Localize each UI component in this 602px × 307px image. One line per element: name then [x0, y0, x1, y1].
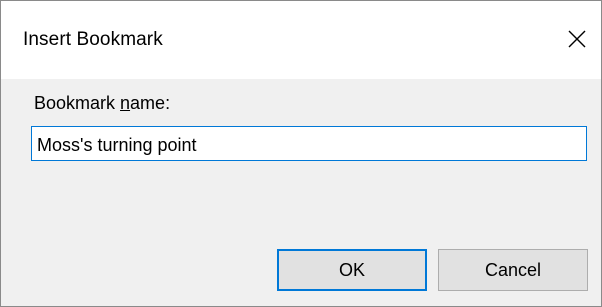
bookmark-name-label-mnemonic: n: [120, 93, 131, 113]
bookmark-name-input[interactable]: [31, 126, 587, 161]
dialog-title: Insert Bookmark: [23, 29, 163, 50]
cancel-button[interactable]: Cancel: [438, 249, 588, 291]
close-button[interactable]: [555, 15, 599, 63]
insert-bookmark-dialog: Insert Bookmark Bookmark name: OK Cancel: [0, 0, 602, 307]
ok-button[interactable]: OK: [277, 249, 427, 291]
close-icon: [568, 30, 586, 48]
bookmark-name-label: Bookmark name:: [34, 93, 170, 114]
bookmark-name-label-suffix: ame:: [130, 93, 171, 113]
bookmark-name-label-prefix: Bookmark: [34, 93, 121, 113]
title-bar: Insert Bookmark: [1, 1, 601, 79]
